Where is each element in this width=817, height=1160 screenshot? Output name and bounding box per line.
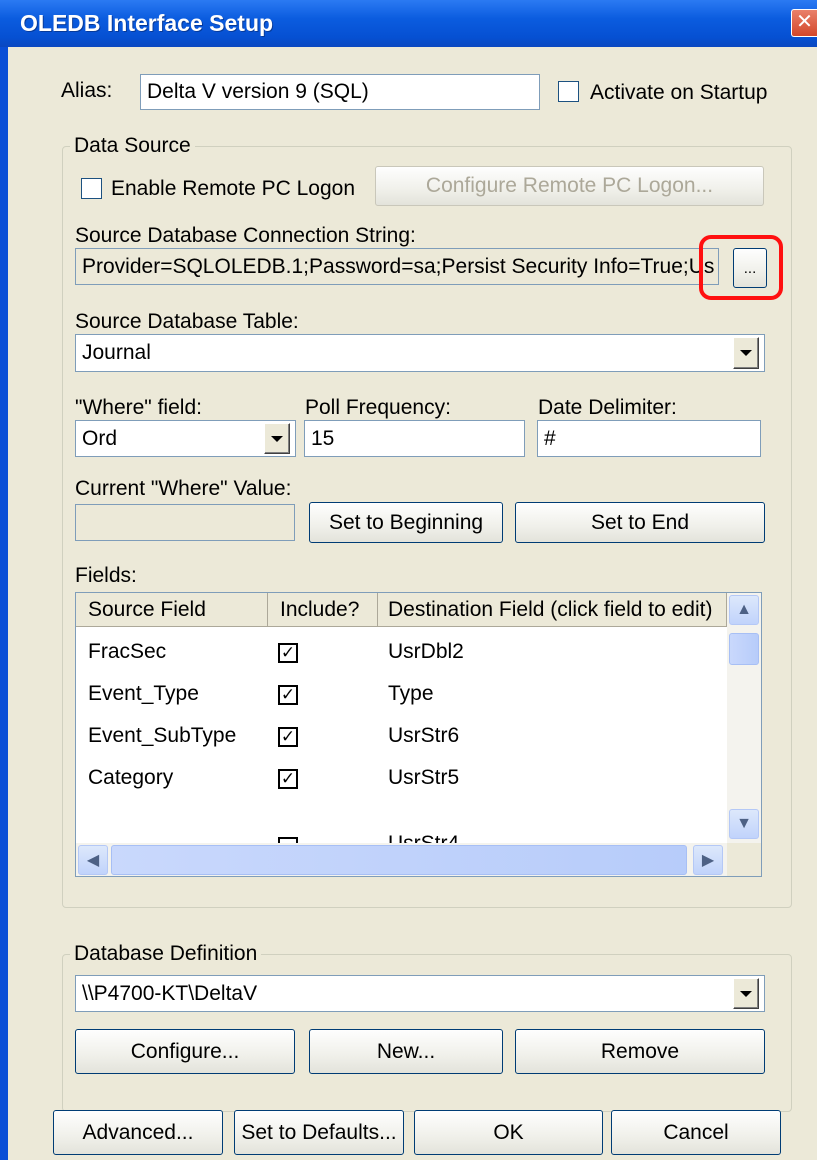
enable-remote-logon-checkbox[interactable] [81,178,102,199]
column-header-source-field[interactable]: Source Field [76,593,268,627]
remove-button[interactable]: Remove [515,1029,765,1074]
fields-horizontal-scrollbar[interactable]: ◀ ▶ [76,843,727,876]
current-where-value-input[interactable] [75,504,295,541]
poll-frequency-input[interactable]: 15 [304,420,525,457]
data-source-group-label: Data Source [70,134,195,158]
source-field-cell: FracSec [88,640,167,663]
where-field-label: "Where" field: [75,396,202,419]
date-delimiter-label: Date Delimiter: [538,396,677,419]
include-checkbox[interactable]: ✓ [278,643,298,663]
source-table-dropdown-icon[interactable] [733,337,759,369]
connection-string-label: Source Database Connection String: [75,224,416,247]
source-table-label: Source Database Table: [75,310,299,333]
destination-field-cell[interactable]: UsrStr6 [378,715,459,757]
database-definition-group-label: Database Definition [70,942,262,966]
set-to-beginning-button[interactable]: Set to Beginning [309,502,503,543]
table-row[interactable]: Event_Type ✓ Type [76,673,726,715]
fields-vertical-scrollbar[interactable]: ▲ ▼ [727,593,761,843]
database-definition-value: \\P4700-KT\DeltaV [82,981,258,1005]
ok-button[interactable]: OK [414,1110,603,1155]
alias-input[interactable]: Delta V version 9 (SQL) [140,74,540,110]
database-definition-select[interactable]: \\P4700-KT\DeltaV [75,975,765,1012]
configure-button[interactable]: Configure... [75,1029,295,1074]
connection-string-input[interactable]: Provider=SQLOLEDB.1;Password=sa;Persist … [75,248,719,285]
source-field-cell: Category [88,766,174,789]
set-to-end-button[interactable]: Set to End [515,502,765,543]
destination-field-cell[interactable]: UsrDbl2 [378,631,464,673]
cancel-button[interactable]: Cancel [611,1110,781,1155]
dialog-window: OLEDB Interface Setup ✕ Alias: Delta V v… [0,0,817,1160]
dialog-client: Alias: Delta V version 9 (SQL) Activate … [8,47,817,1160]
activate-on-startup-label: Activate on Startup [590,81,768,104]
close-icon[interactable]: ✕ [791,9,817,37]
table-row[interactable]: Category ✓ UsrStr5 [76,757,726,799]
source-field-cell: Event_SubType [88,724,237,747]
fields-table[interactable]: Source Field Include? Destination Field … [75,592,762,877]
where-field-dropdown-icon[interactable] [264,423,290,454]
poll-frequency-label: Poll Frequency: [305,396,451,419]
source-table-select[interactable]: Journal [75,334,765,372]
fields-label: Fields: [75,564,137,587]
set-to-defaults-button[interactable]: Set to Defaults... [234,1110,404,1155]
scroll-up-icon[interactable]: ▲ [729,595,759,625]
advanced-button[interactable]: Advanced... [53,1110,223,1155]
where-field-select[interactable]: Ord [75,420,296,457]
source-table-value: Journal [82,341,151,364]
include-checkbox[interactable]: ✓ [278,769,298,789]
scroll-right-icon[interactable]: ▶ [693,845,723,875]
current-where-value-label: Current "Where" Value: [75,477,292,500]
column-header-include[interactable]: Include? [268,593,378,627]
include-checkbox[interactable]: ✓ [278,685,298,705]
include-checkbox[interactable]: ✓ [278,727,298,747]
new-button[interactable]: New... [309,1029,503,1074]
table-row[interactable]: Event_SubType ✓ UsrStr6 [76,715,726,757]
activate-on-startup-checkbox[interactable] [558,81,579,102]
vertical-scroll-thumb[interactable] [729,633,759,665]
title-bar[interactable]: OLEDB Interface Setup ✕ [0,0,817,47]
database-definition-dropdown-icon[interactable] [733,978,759,1009]
destination-field-cell[interactable]: UsrStr4 [378,823,459,843]
configure-remote-logon-button[interactable]: Configure Remote PC Logon... [375,166,764,206]
table-row[interactable]: FracSec ✓ UsrDbl2 [76,631,726,673]
scrollbar-corner [727,843,761,876]
window-title: OLEDB Interface Setup [20,10,274,36]
destination-field-cell[interactable]: Type [378,673,434,715]
table-row[interactable]: UsrStr4 [76,799,726,843]
enable-remote-logon-label: Enable Remote PC Logon [111,177,355,200]
column-header-destination-field[interactable]: Destination Field (click field to edit) [378,593,727,627]
destination-field-cell[interactable]: UsrStr5 [378,757,459,799]
alias-label: Alias: [61,79,113,102]
source-field-cell: Event_Type [88,682,199,705]
scroll-down-icon[interactable]: ▼ [729,809,759,839]
highlight-annotation [699,235,783,300]
horizontal-scroll-thumb[interactable] [111,845,687,875]
scroll-left-icon[interactable]: ◀ [78,845,108,875]
where-field-value: Ord [82,426,118,450]
date-delimiter-input[interactable]: # [537,420,761,457]
